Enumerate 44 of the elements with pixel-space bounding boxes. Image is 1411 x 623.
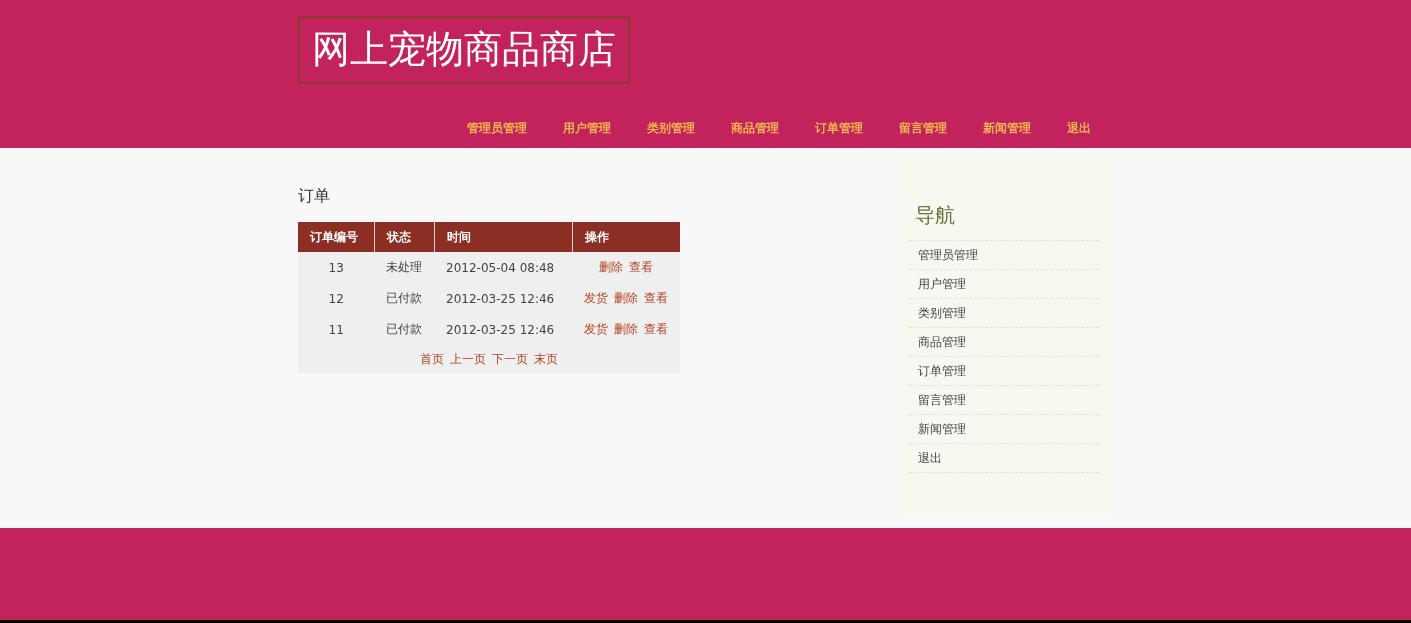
pagination-link[interactable]: 首页 bbox=[420, 351, 444, 366]
nav-link[interactable]: 订单管理 bbox=[779, 118, 863, 138]
site-title: 网上宠物商品商店 bbox=[298, 16, 630, 84]
table-cell: 2012-03-25 12:46 bbox=[434, 314, 573, 345]
sidebar-link[interactable]: 订单管理 bbox=[918, 362, 966, 380]
sidebar-link[interactable]: 管理员管理 bbox=[918, 246, 978, 264]
nav-link[interactable]: 用户管理 bbox=[527, 118, 611, 138]
sidebar-link[interactable]: 退出 bbox=[918, 449, 942, 467]
action-link[interactable]: 查看 bbox=[644, 322, 669, 336]
table-cell: 11 bbox=[298, 314, 375, 345]
sidebar-link[interactable]: 新闻管理 bbox=[918, 420, 966, 438]
action-link[interactable]: 删除 bbox=[599, 260, 624, 274]
table-cell: 已付款 bbox=[374, 314, 435, 345]
column-header: 状态 bbox=[374, 222, 435, 252]
table-cell: 13 bbox=[298, 252, 375, 283]
action-link[interactable]: 查看 bbox=[629, 260, 654, 274]
nav-link[interactable]: 退出 bbox=[1031, 118, 1091, 138]
nav-link[interactable]: 类别管理 bbox=[611, 118, 695, 138]
nav-link[interactable]: 管理员管理 bbox=[431, 118, 527, 138]
nav-link[interactable]: 商品管理 bbox=[695, 118, 779, 138]
pagination-link[interactable]: 下一页 bbox=[492, 351, 528, 366]
sidebar-link[interactable]: 商品管理 bbox=[918, 333, 966, 351]
action-link[interactable]: 删除 bbox=[614, 322, 639, 336]
sidebar-heading: 导航 bbox=[915, 202, 956, 229]
sidebar-link[interactable]: 类别管理 bbox=[918, 304, 966, 322]
action-link[interactable]: 发货 bbox=[584, 291, 609, 305]
sidebar-link[interactable]: 用户管理 bbox=[918, 275, 966, 293]
action-link[interactable]: 删除 bbox=[614, 291, 639, 305]
column-header: 操作 bbox=[572, 222, 680, 252]
table-cell: 12 bbox=[298, 283, 375, 314]
sidebar-link[interactable]: 留言管理 bbox=[918, 391, 966, 409]
table-cell: 2012-05-04 08:48 bbox=[434, 252, 573, 283]
nav-link[interactable]: 留言管理 bbox=[863, 118, 947, 138]
pagination-link[interactable]: 末页 bbox=[534, 351, 558, 366]
table-cell: 已付款 bbox=[374, 283, 435, 314]
nav-link[interactable]: 新闻管理 bbox=[947, 118, 1031, 138]
page-heading: 订单 bbox=[298, 185, 331, 207]
table-cell: 未处理 bbox=[374, 252, 435, 283]
column-header: 订单编号 bbox=[298, 222, 375, 252]
pagination-link[interactable]: 上一页 bbox=[450, 351, 486, 366]
column-header: 时间 bbox=[434, 222, 573, 252]
table-cell: 2012-03-25 12:46 bbox=[434, 283, 573, 314]
action-link[interactable]: 查看 bbox=[644, 291, 669, 305]
action-link[interactable]: 发货 bbox=[584, 322, 609, 336]
